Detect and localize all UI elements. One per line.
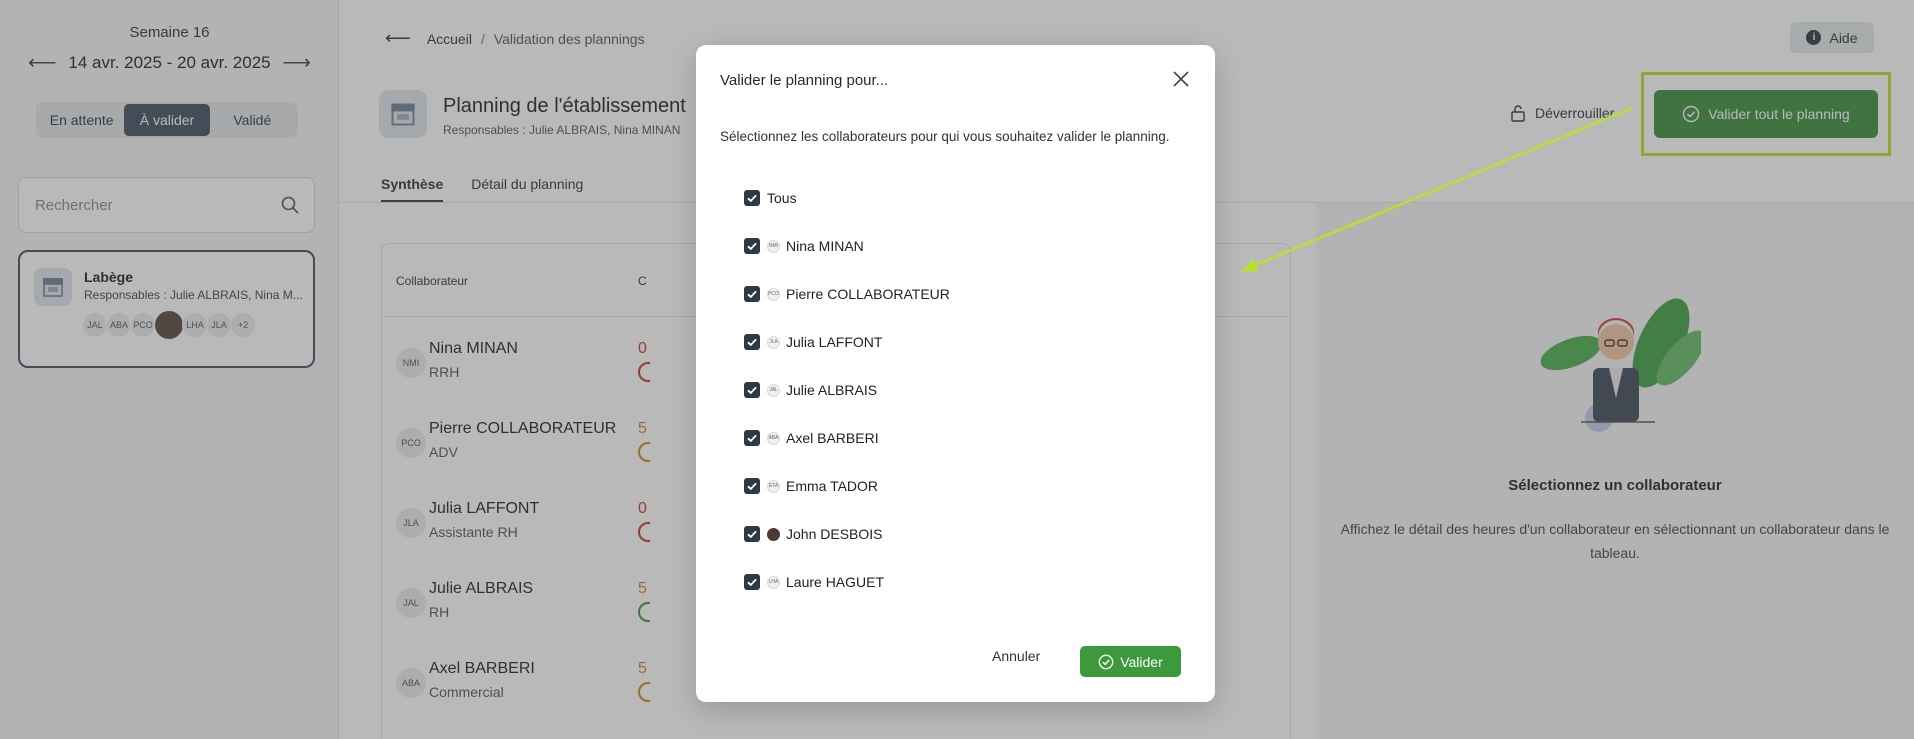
option-collaborator[interactable]: ABA Axel BARBERI (744, 425, 879, 451)
close-icon[interactable] (1169, 67, 1193, 91)
option-collaborator[interactable]: LHA Laure HAGUET (744, 569, 884, 595)
validation-dialog: Valider le planning pour... Sélectionnez… (696, 45, 1215, 702)
checkbox-checked[interactable] (744, 526, 760, 542)
checkbox-checked[interactable] (744, 382, 760, 398)
dialog-description: Sélectionnez les collaborateurs pour qui… (720, 129, 1170, 144)
option-collaborator[interactable]: PCO Pierre COLLABORATEUR (744, 281, 950, 307)
option-label: Tous (767, 190, 797, 206)
option-label: Pierre COLLABORATEUR (786, 286, 950, 302)
avatar: ABA (767, 431, 780, 445)
option-label: Julia LAFFONT (786, 334, 883, 350)
validate-button[interactable]: Valider (1080, 646, 1181, 677)
option-collaborator[interactable]: JAL Julie ALBRAIS (744, 377, 877, 403)
option-label: Laure HAGUET (786, 574, 885, 590)
checkbox-checked[interactable] (744, 478, 760, 494)
cancel-button[interactable]: Annuler (992, 648, 1040, 664)
option-collaborator[interactable]: JLA Julia LAFFONT (744, 329, 882, 355)
avatar: JLA (767, 335, 780, 349)
dialog-title: Valider le planning pour... (720, 72, 889, 89)
validate-label: Valider (1120, 653, 1163, 670)
avatar-photo (767, 527, 780, 541)
option-label: Julie ALBRAIS (786, 382, 878, 398)
option-collaborator[interactable]: John DESBOIS (744, 521, 883, 547)
option-label: Axel BARBERI (786, 430, 879, 446)
avatar: NMI (767, 239, 780, 253)
checkbox-checked[interactable] (744, 334, 760, 350)
checkbox-checked[interactable] (744, 430, 760, 446)
avatar: JAL (767, 383, 780, 397)
checkbox-checked[interactable] (744, 286, 760, 302)
checkbox-checked[interactable] (744, 238, 760, 254)
option-label: John DESBOIS (786, 526, 883, 542)
option-collaborator[interactable]: NMI Nina MINAN (744, 233, 864, 259)
avatar: PCO (767, 287, 780, 301)
option-label: Emma TADOR (786, 478, 879, 494)
avatar: ETA (767, 479, 780, 493)
avatar: LHA (767, 575, 780, 589)
option-label: Nina MINAN (786, 238, 864, 254)
checkbox-checked[interactable] (744, 190, 760, 206)
option-tous[interactable]: Tous (744, 185, 797, 211)
check-circle-icon (1098, 654, 1114, 669)
checkbox-checked[interactable] (744, 574, 760, 590)
option-collaborator[interactable]: ETA Emma TADOR (744, 473, 878, 499)
